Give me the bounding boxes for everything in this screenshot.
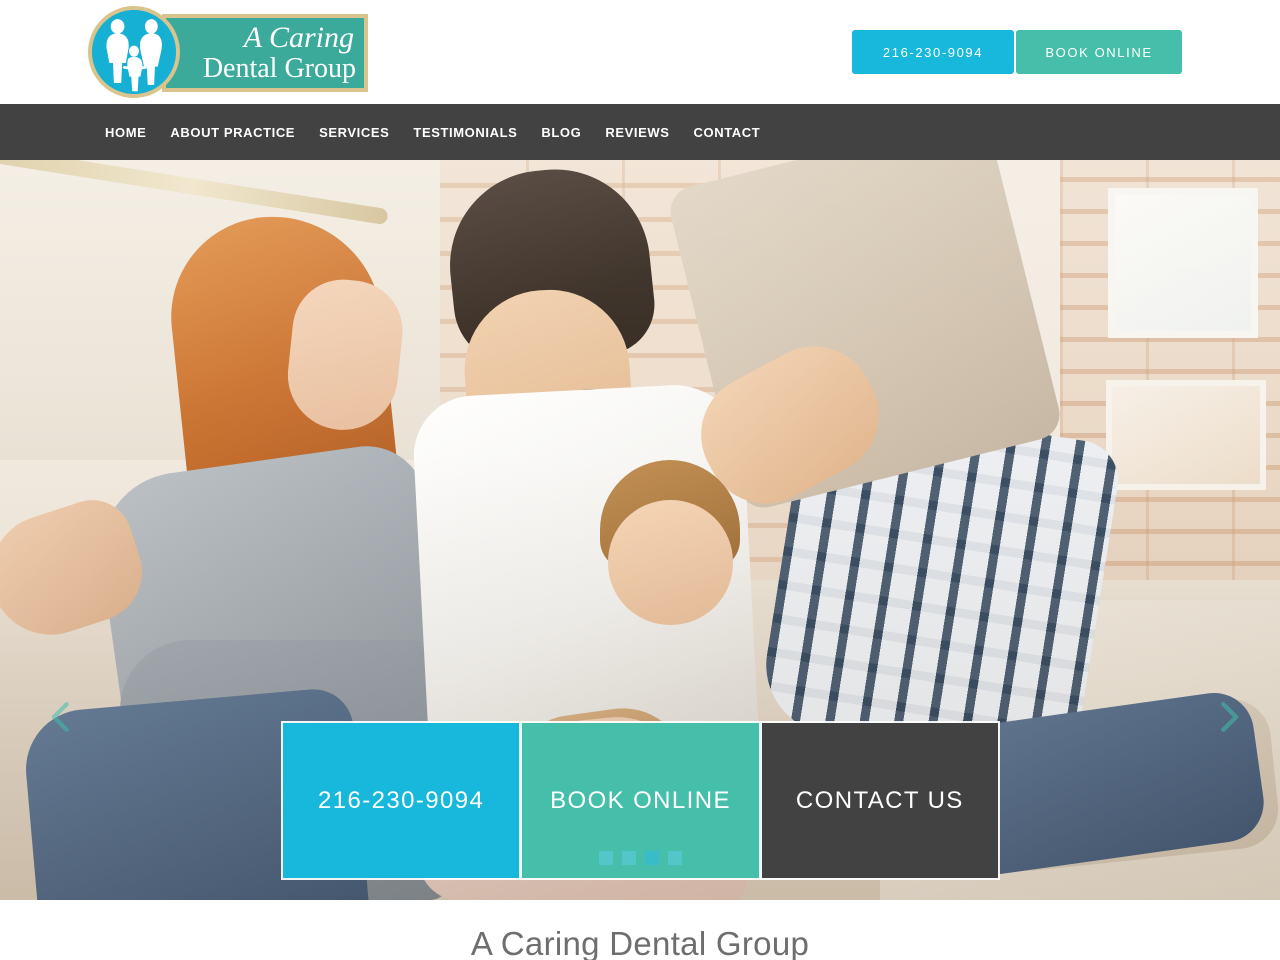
hero-slider: 216-230-9094 BOOK ONLINE CONTACT US — [0, 160, 1280, 900]
site-logo[interactable]: A Caring Dental Group — [88, 4, 368, 98]
family-silhouette-logo-icon — [88, 6, 180, 98]
nav-list: HOME ABOUT PRACTICE SERVICES TESTIMONIAL… — [105, 125, 760, 140]
slider-pagination — [0, 851, 1280, 865]
logo-banner: A Caring Dental Group — [162, 14, 368, 92]
nav-item-home[interactable]: HOME — [105, 125, 146, 140]
logo-line-2: Dental Group — [202, 52, 356, 84]
nav-item-contact[interactable]: CONTACT — [694, 125, 761, 140]
slider-dot-4[interactable] — [667, 851, 682, 865]
chevron-right-icon[interactable] — [1212, 700, 1246, 734]
main-navigation: HOME ABOUT PRACTICE SERVICES TESTIMONIAL… — [0, 104, 1280, 160]
nav-item-blog[interactable]: BLOG — [541, 125, 581, 140]
nav-item-services[interactable]: SERVICES — [319, 125, 389, 140]
header-phone-button[interactable]: 216-230-9094 — [852, 30, 1014, 74]
site-header: A Caring Dental Group 216-230-9094 BOOK … — [0, 0, 1280, 104]
header-book-online-button[interactable]: BOOK ONLINE — [1016, 30, 1182, 74]
slider-dot-1[interactable] — [598, 851, 613, 865]
page-root: A Caring Dental Group 216-230-9094 BOOK … — [0, 0, 1280, 960]
header-action-buttons: 216-230-9094 BOOK ONLINE — [852, 30, 1182, 74]
chevron-left-icon[interactable] — [44, 700, 78, 734]
slider-dot-3[interactable] — [644, 851, 659, 865]
nav-item-testimonials[interactable]: TESTIMONIALS — [413, 125, 517, 140]
slider-dot-2[interactable] — [621, 851, 636, 865]
nav-item-about-practice[interactable]: ABOUT PRACTICE — [170, 125, 295, 140]
page-title: A Caring Dental Group — [470, 925, 810, 960]
nav-item-reviews[interactable]: REVIEWS — [605, 125, 669, 140]
logo-line-1: A Caring — [243, 20, 354, 54]
